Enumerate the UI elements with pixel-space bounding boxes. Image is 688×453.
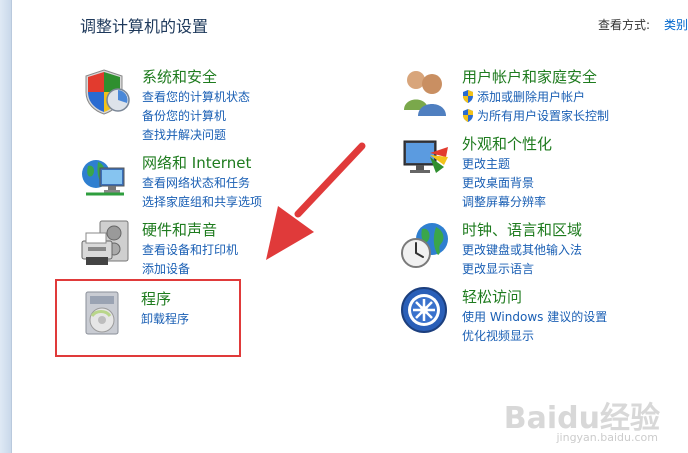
category-title[interactable]: 用户帐户和家庭安全 — [462, 66, 597, 87]
ease-of-access-icon — [401, 287, 447, 333]
left-pane-edge — [0, 0, 12, 453]
annotation-highlight-box — [55, 279, 241, 357]
link-windows-recommended-settings[interactable]: 使用 Windows 建议的设置 — [462, 308, 607, 327]
link-add-remove-accounts[interactable]: 添加或删除用户帐户 — [462, 88, 609, 107]
uac-shield-icon — [463, 109, 473, 122]
link-view-computer-status[interactable]: 查看您的计算机状态 — [142, 88, 250, 107]
category-title[interactable]: 外观和个性化 — [462, 133, 552, 154]
link-change-display-language[interactable]: 更改显示语言 — [462, 260, 582, 279]
view-by: 查看方式: 类别 — [598, 16, 688, 33]
printer-speaker-icon — [81, 220, 129, 265]
link-backup-computer[interactable]: 备份您的计算机 — [142, 107, 250, 126]
category-title[interactable]: 系统和安全 — [142, 66, 217, 87]
link-homegroup-sharing[interactable]: 选择家庭组和共享选项 — [142, 193, 262, 212]
link-optimize-video[interactable]: 优化视频显示 — [462, 327, 607, 346]
link-change-desktop-background[interactable]: 更改桌面背景 — [462, 174, 546, 193]
page-title: 调整计算机的设置 — [80, 17, 209, 36]
link-find-fix-problems[interactable]: 查找并解决问题 — [142, 126, 250, 145]
uac-shield-icon — [463, 90, 473, 103]
link-label: 添加或删除用户帐户 — [477, 90, 586, 104]
clock-globe-icon — [401, 223, 448, 268]
link-adjust-resolution[interactable]: 调整屏幕分辨率 — [462, 193, 546, 212]
link-add-device[interactable]: 添加设备 — [142, 260, 238, 279]
watermark-url: jingyan.baidu.com — [556, 431, 658, 444]
category-title[interactable]: 时钟、语言和区域 — [462, 219, 582, 240]
users-icon — [404, 71, 446, 116]
link-label: 为所有用户设置家长控制 — [477, 109, 610, 123]
category-title[interactable]: 硬件和声音 — [142, 219, 217, 240]
link-view-network-status[interactable]: 查看网络状态和任务 — [142, 174, 262, 193]
view-by-dropdown[interactable]: 类别 — [664, 18, 688, 32]
category-title[interactable]: 网络和 Internet — [142, 152, 251, 173]
link-change-keyboard[interactable]: 更改键盘或其他输入法 — [462, 241, 582, 260]
category-title[interactable]: 轻松访问 — [462, 286, 522, 307]
link-change-theme[interactable]: 更改主题 — [462, 155, 546, 174]
shield-icon — [85, 69, 130, 115]
view-by-label: 查看方式: — [597, 18, 650, 32]
appearance-icon — [403, 140, 448, 173]
link-parental-controls[interactable]: 为所有用户设置家长控制 — [462, 107, 609, 126]
baidu-watermark: Baidu经验 jingyan.baidu.com — [504, 393, 660, 444]
network-globe-icon — [82, 160, 125, 196]
link-view-devices-printers[interactable]: 查看设备和打印机 — [142, 241, 238, 260]
